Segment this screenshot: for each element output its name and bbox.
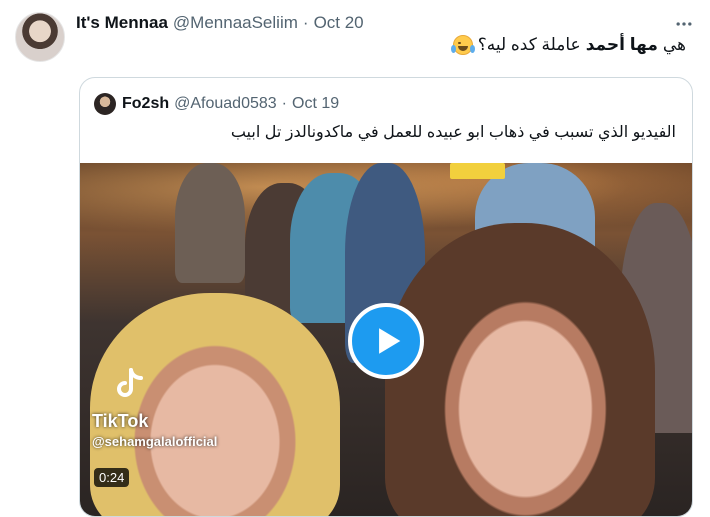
tweet-text: هي مها أحمد عاملة كده ليه؟: [450, 35, 686, 55]
quoted-display-name: Fo2sh: [122, 95, 170, 112]
user-handle[interactable]: @MennaaSeliim: [173, 13, 298, 33]
tweet-date[interactable]: Oct 20: [314, 13, 364, 33]
laughing-emoji-icon: [450, 35, 475, 55]
crowd-person: [175, 163, 245, 283]
tweet[interactable]: It's Mennaa @MennaaSeliim · Oct 20 هي مه…: [0, 0, 710, 517]
video-player[interactable]: TikTok @sehamgalalofficial 0:24: [80, 163, 692, 516]
avatar[interactable]: [15, 12, 65, 62]
tiktok-username: @sehamgalalofficial: [92, 434, 218, 449]
tweet-header: It's Mennaa @MennaaSeliim · Oct 20: [76, 12, 364, 34]
more-icon: [676, 22, 692, 26]
yellow-sign: [450, 163, 505, 179]
play-button[interactable]: [348, 303, 424, 379]
quoted-avatar: [94, 93, 116, 115]
more-options-button[interactable]: [672, 12, 696, 36]
display-name[interactable]: It's Mennaa: [76, 13, 168, 33]
quoted-tweet-header: Fo2sh @Afouad0583 · Oct 19: [94, 92, 339, 116]
separator: ·: [302, 13, 309, 32]
play-icon: [378, 328, 400, 354]
woman-right-face: [385, 223, 655, 516]
quoted-tweet-text: الفيديو الذي تسبب في ذهاب ابو عبيده للعم…: [230, 124, 676, 141]
tiktok-watermark: TikTok @sehamgalalofficial: [92, 368, 217, 449]
quoted-tweet[interactable]: Fo2sh @Afouad0583 · Oct 19 الفيديو الذي …: [79, 77, 693, 517]
tweet-text-suffix: عاملة كده ليه؟: [477, 35, 581, 54]
quoted-date: Oct 19: [292, 95, 340, 112]
tweet-text-prefix: هي: [662, 35, 686, 54]
tiktok-label: TikTok: [92, 411, 149, 431]
quoted-separator: ·: [281, 95, 287, 112]
tiktok-logo-icon: [117, 368, 143, 397]
video-duration: 0:24: [94, 468, 130, 487]
tweet-text-bold: مها أحمد: [585, 35, 658, 54]
quoted-user-handle: @Afouad0583: [174, 95, 277, 112]
